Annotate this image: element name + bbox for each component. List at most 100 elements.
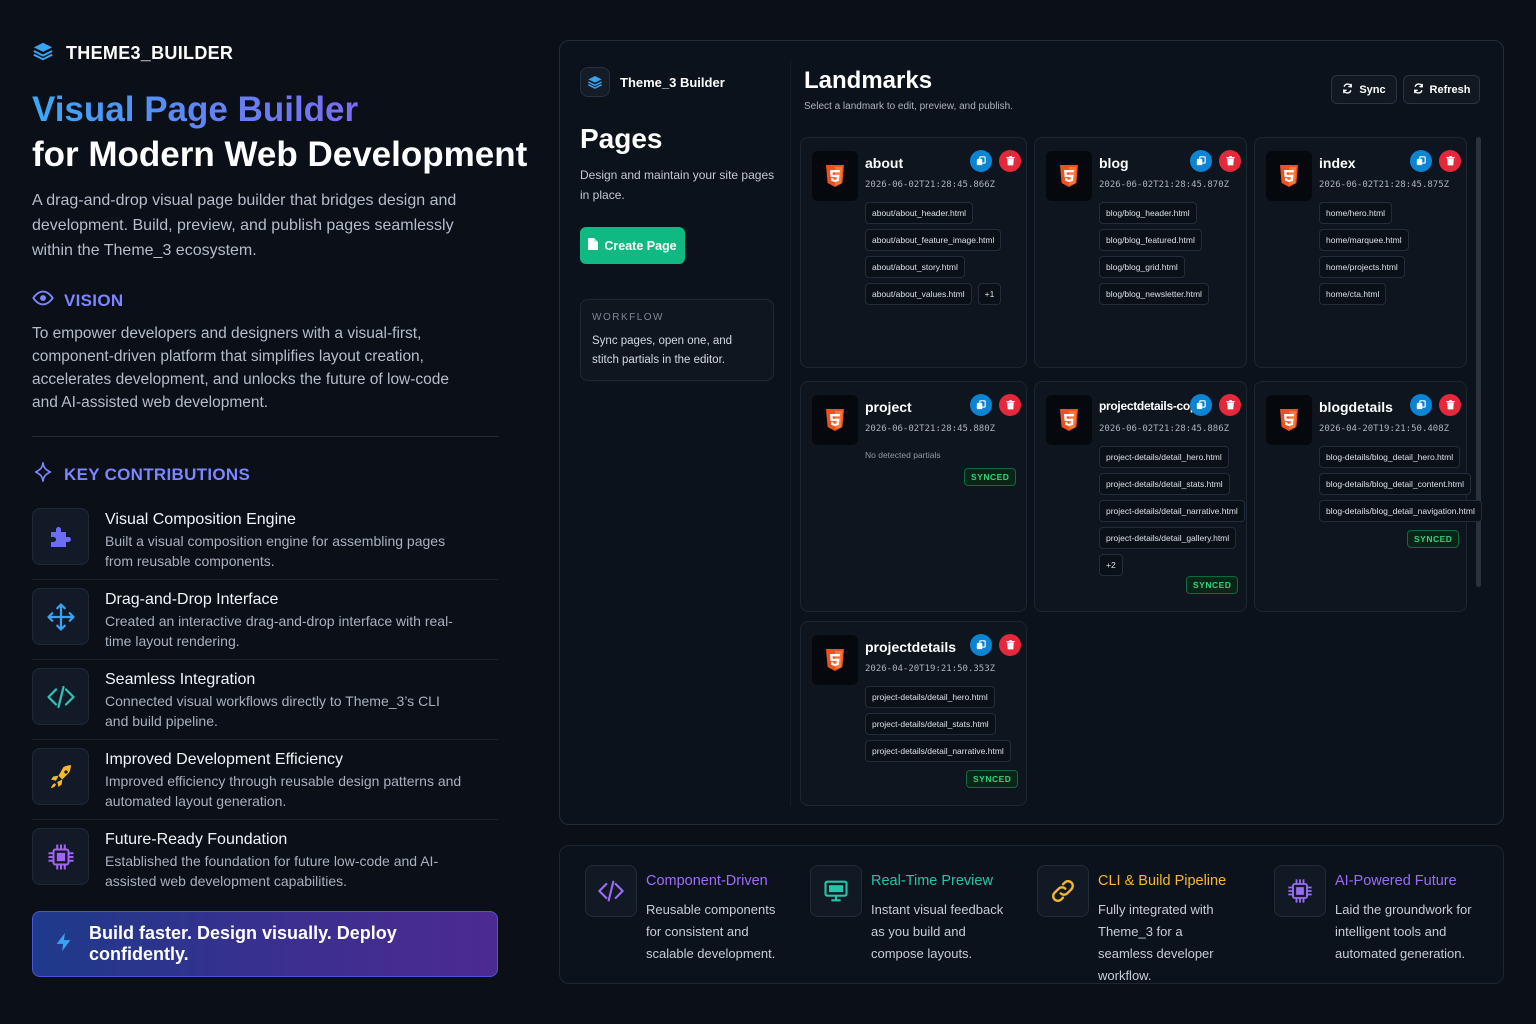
features-strip: Component-Driven Reusable components for…	[559, 845, 1504, 984]
partial-chip[interactable]: blog/blog_header.html	[1099, 202, 1197, 224]
partial-row: about/about_feature_image.html	[865, 229, 1030, 251]
contribution-title: Drag-and-Drop Interface	[105, 591, 279, 608]
landmark-date: 2026-04-20T19:21:50.408Z	[1319, 424, 1450, 434]
contribution-item: Future-Ready Foundation Established the …	[32, 820, 498, 899]
html5-icon	[1046, 395, 1092, 445]
duplicate-icon[interactable]	[970, 150, 992, 172]
feature-desc: Instant visual feedback as you build and…	[871, 902, 1004, 961]
duplicate-icon[interactable]	[1410, 394, 1432, 416]
partial-chip[interactable]: blog/blog_grid.html	[1099, 256, 1185, 278]
contribution-desc: Established the foundation for future lo…	[105, 853, 439, 889]
partial-row: project-details/detail_hero.html	[1099, 446, 1264, 468]
duplicate-icon[interactable]	[1410, 150, 1432, 172]
card-actions	[1410, 150, 1461, 172]
partial-chip[interactable]: blog/blog_featured.html	[1099, 229, 1202, 251]
feature-desc: Laid the groundwork for intelligent tool…	[1335, 902, 1472, 961]
partial-chip[interactable]: project-details/detail_stats.html	[1099, 473, 1230, 495]
partial-chip[interactable]: project-details/detail_gallery.html	[1099, 527, 1237, 549]
partials-list: blog-details/blog_detail_hero.html blog-d…	[1319, 446, 1484, 527]
vision-text: To empower developers and designers with…	[32, 325, 450, 411]
card-actions	[970, 394, 1021, 416]
trash-icon[interactable]	[1219, 394, 1241, 416]
trash-icon[interactable]	[999, 150, 1021, 172]
landmark-card-projectdetails[interactable]: projectdetails 2026-04-20T19:21:50.353Z pr…	[800, 621, 1027, 806]
contribution-item: Improved Development Efficiency Improved…	[32, 740, 498, 820]
duplicate-icon[interactable]	[970, 634, 992, 656]
landmarks-subtitle: Select a landmark to edit, preview, and …	[804, 101, 1014, 112]
refresh-label: Refresh	[1429, 83, 1471, 96]
partials-list: blog/blog_header.html blog/blog_featured.…	[1099, 202, 1264, 310]
partial-chip[interactable]: project-details/detail_hero.html	[1099, 446, 1229, 468]
partial-chip[interactable]: home/marquee.html	[1319, 229, 1409, 251]
partial-chip[interactable]: home/projects.html	[1319, 256, 1405, 278]
trash-icon[interactable]	[1219, 150, 1241, 172]
contributions-title: KEY CONTRIBUTIONS	[64, 464, 251, 484]
partial-chip[interactable]: about/about_feature_image.html	[865, 229, 1002, 251]
code-icon	[32, 668, 89, 725]
landmark-date: 2026-04-20T19:21:50.353Z	[865, 664, 996, 674]
partial-row: blog/blog_featured.html	[1099, 229, 1264, 251]
trash-icon[interactable]	[999, 634, 1021, 656]
partial-chip[interactable]: home/cta.html	[1319, 283, 1387, 305]
duplicate-icon[interactable]	[1190, 150, 1212, 172]
trash-icon[interactable]	[1439, 150, 1461, 172]
card-actions	[970, 150, 1021, 172]
feature-title: AI-Powered Future	[1335, 873, 1457, 889]
refresh-button[interactable]: Refresh	[1403, 75, 1480, 104]
partial-chip[interactable]: project-details/detail_narrative.html	[1099, 500, 1245, 522]
partial-chip[interactable]: about/about_values.html	[865, 283, 972, 305]
feature-title: Real-Time Preview	[871, 873, 993, 889]
partial-chip[interactable]: blog-details/blog_detail_content.html	[1319, 473, 1471, 495]
partial-row: project-details/detail_narrative.html	[865, 740, 1030, 762]
landmark-card-about[interactable]: about 2026-06-02T21:28:45.866Z about/about…	[800, 137, 1030, 429]
partial-chip[interactable]: blog/blog_newsletter.html	[1099, 283, 1209, 305]
partial-chip[interactable]: blog-details/blog_detail_hero.html	[1319, 446, 1461, 468]
trash-icon[interactable]	[999, 394, 1021, 416]
partial-chip[interactable]: home/hero.html	[1319, 202, 1393, 224]
partial-row: about/about_header.html	[865, 202, 1030, 224]
landmark-card-blog[interactable]: blog 2026-06-02T21:28:45.870Z blog/blog_he…	[1034, 137, 1247, 429]
partial-row: about/about_values.html +1	[865, 283, 1030, 305]
partials-list: project-details/detail_hero.html project-…	[865, 686, 1030, 767]
partial-row: blog-details/blog_detail_navigation.html	[1319, 500, 1484, 522]
sync-button[interactable]: Sync	[1331, 75, 1397, 104]
landmarks-title: Landmarks	[804, 67, 933, 94]
landmark-card-project[interactable]: project 2026-06-02T21:28:45.880Z No detect…	[800, 381, 1027, 612]
contribution-list: Visual Composition Engine Built a visual…	[32, 500, 498, 899]
partial-chip[interactable]: blog-details/blog_detail_navigation.html	[1319, 500, 1482, 522]
landmark-name: blogdetails	[1319, 399, 1393, 415]
contribution-item: Drag-and-Drop Interface Created an inter…	[32, 580, 498, 660]
rocket-icon	[32, 748, 89, 805]
landmark-date: 2026-06-02T21:28:45.866Z	[865, 180, 996, 190]
html5-icon	[1266, 395, 1312, 445]
file-icon	[588, 238, 599, 253]
partial-row: project-details/detail_hero.html	[865, 686, 1030, 708]
duplicate-icon[interactable]	[970, 394, 992, 416]
partials-list: project-details/detail_hero.html project-…	[1099, 446, 1264, 581]
trash-icon[interactable]	[1439, 394, 1461, 416]
hero-title-line1: Visual Page Builder	[32, 88, 358, 132]
status-badge: SYNCED	[964, 468, 1017, 486]
contribution-title: Seamless Integration	[105, 671, 256, 688]
layers-icon	[580, 67, 610, 97]
partial-chip[interactable]: about/about_story.html	[865, 256, 965, 278]
html5-icon	[812, 395, 858, 445]
create-page-button[interactable]: Create Page	[580, 227, 685, 264]
landmark-card-blogdetails[interactable]: blogdetails 2026-04-20T19:21:50.408Z blog-…	[1254, 381, 1482, 612]
partial-chip[interactable]: project-details/detail_stats.html	[865, 713, 996, 735]
partial-chip[interactable]: +1	[977, 283, 1002, 305]
status-badge: SYNCED	[1186, 576, 1239, 594]
partial-row: project-details/detail_narrative.html	[1099, 500, 1264, 522]
partial-chip[interactable]: project-details/detail_narrative.html	[865, 740, 1011, 762]
layers-icon	[32, 40, 54, 67]
partial-chip[interactable]: project-details/detail_hero.html	[865, 686, 995, 708]
landmark-name: projectdetails-copy	[1099, 399, 1204, 413]
landmark-card-index[interactable]: index 2026-06-02T21:28:45.875Z home/hero.h…	[1254, 137, 1467, 429]
partial-chip[interactable]: +2	[1099, 554, 1123, 576]
landmark-name: about	[865, 155, 904, 171]
pages-title: Pages	[580, 123, 663, 154]
partial-chip[interactable]: about/about_header.html	[865, 202, 974, 224]
duplicate-icon[interactable]	[1190, 394, 1212, 416]
landmark-card-projectdetails-copy[interactable]: projectdetails-copy 2026-06-02T21:28:45.8…	[1034, 381, 1247, 612]
card-actions	[1410, 394, 1461, 416]
